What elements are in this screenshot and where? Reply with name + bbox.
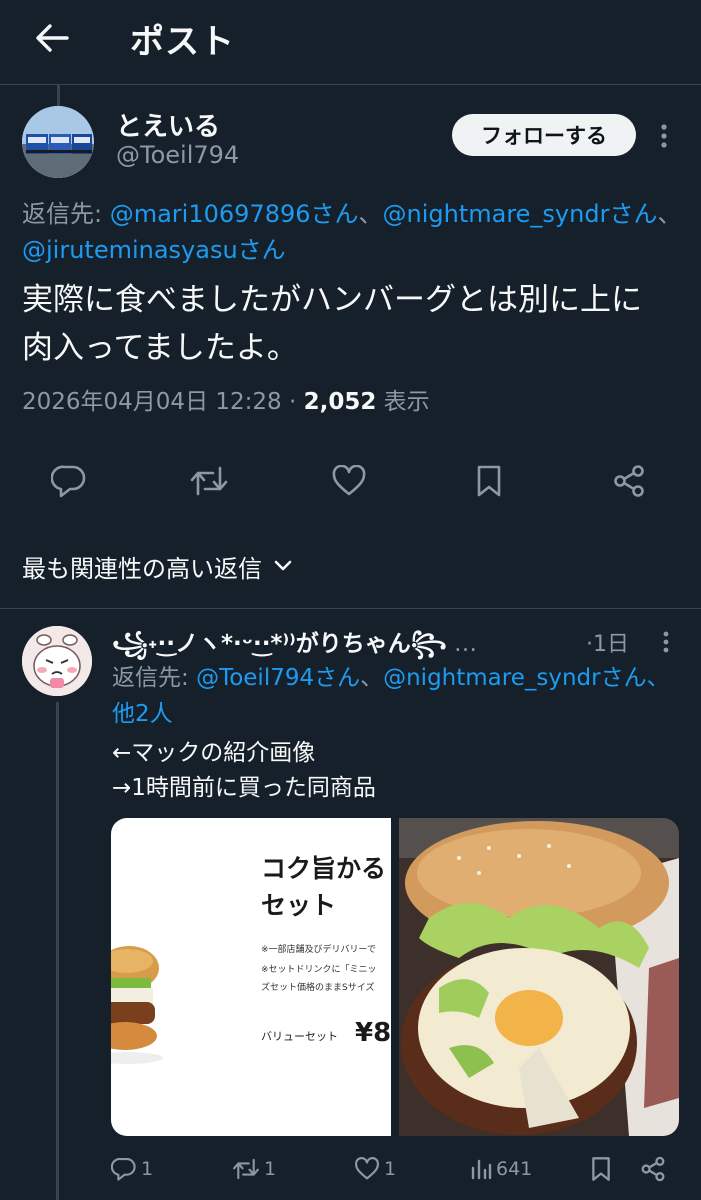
separator: 、 [657,200,682,228]
follow-button[interactable]: フォローする [452,114,636,156]
bookmark-icon [592,1157,610,1181]
reply-to-prefix: 返信先: [22,200,110,228]
separator: 、 [360,665,384,691]
reply-button[interactable] [46,458,92,504]
promo-price-value: ¥8 [355,1018,391,1048]
reply-text-line1: ←マックの紹介画像 [112,740,316,766]
reply-reply-button[interactable]: 1 [111,1152,153,1186]
tweet-meta: 2026年04月04日 12:28 · 2,052 表示 [22,382,430,416]
reply-more-button[interactable] [654,626,678,658]
name-ellipsis: … [446,631,477,657]
reply-author-display-name: ꧁⁠˖·͜·⁠ノ⁠⁠⁠⁠⁠⁠ヽ⁠*·⁠⁠⁠⁠⁠⁠⁠ᵕ⁠·͜·⁠*⁠⁾⁾がりちゃん… [112,631,447,657]
tweet-action-bar [0,458,701,504]
media-image-photo[interactable] [399,818,679,1136]
character-avatar [22,626,92,696]
more-vertical-icon [661,124,667,148]
reply-to-prefix: 返信先: [112,665,197,691]
bookmark-icon [477,465,501,497]
like-count: 1 [384,1158,397,1180]
heart-icon [332,465,366,496]
views-count: 2,052 [303,389,377,415]
reply-avatar[interactable] [22,626,92,696]
mention-link[interactable]: @jiruteminasyasuさん [22,236,286,264]
share-button[interactable] [606,458,652,504]
promo-price-label: バリューセット [261,1030,338,1043]
author-avatar[interactable] [22,106,94,178]
tweet-text-line2: 肉入ってましたよ。 [22,330,298,366]
promo-note: ※一部店舗及びデリバリーで [261,945,377,955]
author-name[interactable]: とえいる [116,106,220,143]
more-options-button[interactable] [652,118,676,154]
divider [0,608,701,609]
media-grid: コク旨かるセット ※一部店舗及びデリバリーで ※セットドリンクに「ミニッ ズセッ… [111,818,679,1136]
promo-title-line2: セット [261,891,337,920]
mention-link[interactable]: @nightmare_syndrさん [383,200,658,228]
reply-like-button[interactable]: 1 [354,1152,396,1186]
promo-note: ※セットドリンクに「ミニッ [261,965,377,975]
top-app-bar: ポスト [0,0,701,85]
author-handle[interactable]: @Toeil794 [116,141,239,169]
reply-to-line: 返信先: @mari10697896さん、@nightmare_syndrさん、… [22,196,692,268]
reply-reply-to-line: 返信先: @Toeil794さん、@nightmare_syndrさん、他2人 [112,660,682,732]
promo-title: コク旨かる セット [261,850,386,924]
view-count: 641 [496,1158,533,1180]
reply-text-line2: →1時間前に買った同商品 [112,775,376,801]
heart-icon [355,1157,379,1180]
reply-timestamp[interactable]: ·1日 [586,626,629,658]
thread-line [56,702,59,1200]
reply-action-bar: 1 1 1 641 [0,1152,701,1186]
reply-views-button[interactable]: 641 [470,1152,532,1186]
reply-count: 1 [141,1158,154,1180]
reply-repost-button[interactable]: 1 [232,1152,276,1186]
burger-photo [399,818,679,1136]
chevron-down-icon [274,560,292,572]
arrow-left-icon [36,24,69,52]
mention-link[interactable]: @Toeil794さん [196,665,360,691]
separator: 、 [358,200,383,228]
reply-share-button[interactable] [640,1152,666,1186]
back-button[interactable] [30,18,74,58]
promo-note: ズセット価格のままSサイズ [261,983,375,993]
repost-count: 1 [264,1158,277,1180]
media-image-promo[interactable]: コク旨かるセット ※一部店舗及びデリバリーで ※セットドリンクに「ミニッ ズセッ… [111,818,391,1136]
tweet-text: 実際に食べましたがハンバーグとは別に上に 肉入ってましたよ。 [22,276,682,372]
page-title: ポスト [130,22,235,62]
reply-icon [51,465,86,498]
reply-sort-dropdown[interactable]: 最も関連性の高い返信 [22,548,292,584]
sort-label: 最も関連性の高い返信 [22,554,262,583]
repost-icon [190,466,228,496]
share-icon [614,465,644,497]
thread-line-top [57,84,60,106]
promo-title-line1: コク旨かる [261,854,387,883]
repost-icon [233,1158,259,1180]
share-icon [641,1156,665,1182]
mention-link[interactable]: @mari10697896さん [110,200,359,228]
reply-bookmark-button[interactable] [590,1152,612,1186]
meta-dot: · [281,389,304,415]
bookmark-button[interactable] [466,458,512,504]
like-button[interactable] [326,458,372,504]
repost-button[interactable] [186,458,232,504]
timestamp[interactable]: 2026年04月04日 12:28 [22,389,282,415]
views-label: 表示 [376,389,430,415]
bus-photo-avatar [22,106,94,178]
more-vertical-icon [663,631,669,653]
reply-text: ←マックの紹介画像 →1時間前に買った同商品 [112,736,682,806]
reply-icon [111,1157,136,1181]
bar-chart-icon [471,1159,492,1180]
tweet-text-line1: 実際に食べましたがハンバーグとは別に上に [22,282,642,318]
